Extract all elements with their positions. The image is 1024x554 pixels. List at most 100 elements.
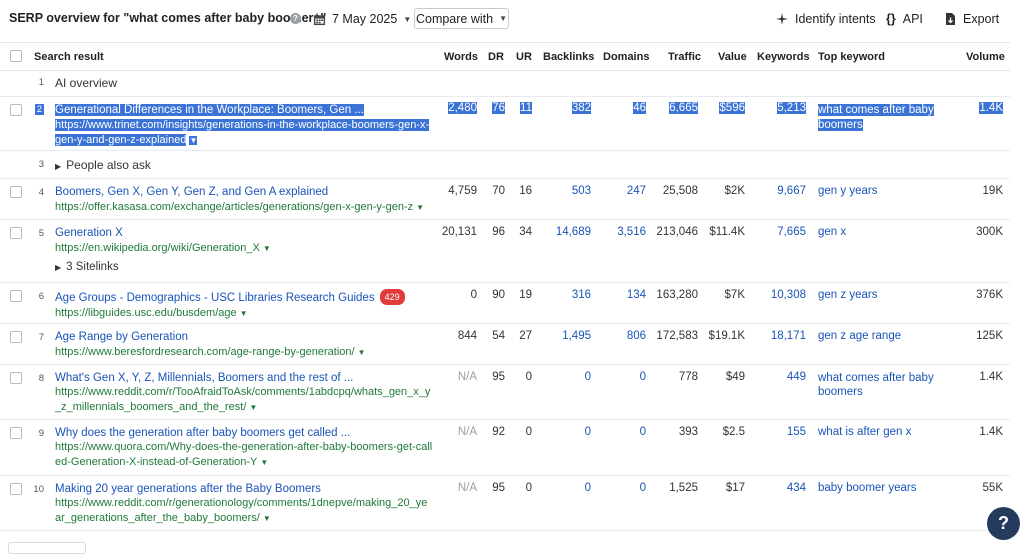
keywords-value[interactable]: 434 [787,482,806,494]
chevron-down-icon[interactable]: ▼ [189,136,198,145]
backlinks-value[interactable]: 14,689 [556,226,591,238]
result-url-link[interactable]: https://www.reddit.com/r/generationology… [55,496,427,510]
col-dr[interactable]: DR [488,51,504,63]
keywords-value[interactable]: 18,171 [771,330,806,342]
result-title-link[interactable]: Why does the generation after baby boome… [55,426,432,440]
compare-with-button[interactable]: Compare with ▼ [414,8,509,29]
identify-intents-button[interactable]: Identify intents [776,10,876,28]
chevron-down-icon[interactable]: ▼ [263,514,271,523]
result-url-link[interactable]: https://www.trinet.com/insights/generati… [55,119,430,131]
backlinks-value[interactable]: 0 [585,482,591,494]
result-url-link[interactable]: https://en.wikipedia.org/wiki/Generation… [55,242,260,254]
top-keyword-link-cont[interactable]: boomers [818,385,934,399]
result-title-link[interactable]: Age Range by Generation [55,330,366,344]
result-title-link[interactable]: Generational Differences in the Workplac… [55,104,364,116]
top-keyword-link[interactable]: what comes after baby [818,371,934,385]
table-row[interactable]: 10 Making 20 year generations after the … [0,476,1010,531]
keywords-value[interactable]: 5,213 [777,102,806,114]
backlinks-value[interactable]: 0 [585,426,591,438]
api-button[interactable]: {} API [886,10,923,28]
table-row[interactable]: 2 Generational Differences in the Workpl… [0,97,1010,151]
domains-value[interactable]: 3,516 [617,226,646,238]
result-title-link[interactable]: Boomers, Gen X, Gen Y, Gen Z, and Gen A … [55,185,424,199]
chevron-down-icon[interactable]: ▼ [416,203,424,212]
col-domains[interactable]: Domains [603,51,649,63]
top-keyword-link[interactable]: what is after gen x [818,426,911,438]
row-checkbox[interactable] [10,331,22,343]
col-search-result[interactable]: Search result [34,51,104,63]
col-value[interactable]: Value [718,51,747,63]
table-row[interactable]: 4 Boomers, Gen X, Gen Y, Gen Z, and Gen … [0,179,1010,220]
result-url-link-cont[interactable]: _z_millennials_boomers_and_the_rest/ [55,401,246,413]
row-checkbox[interactable] [10,290,22,302]
result-url-link[interactable]: https://www.quora.com/Why-does-the-gener… [55,440,432,454]
domains-value[interactable]: 134 [627,289,646,301]
chevron-down-icon[interactable]: ▼ [260,458,268,467]
keywords-value[interactable]: 449 [787,371,806,383]
result-title-link[interactable]: Age Groups - Demographics - USC Librarie… [55,292,375,304]
top-keyword-link[interactable]: gen z years [818,289,877,301]
backlinks-value[interactable]: 0 [585,371,591,383]
result-url-link[interactable]: https://libguides.usc.edu/busdem/age [55,307,237,319]
backlinks-value[interactable]: 503 [572,185,591,197]
chevron-down-icon[interactable]: ▼ [358,348,366,357]
result-title-link[interactable]: What's Gen X, Y, Z, Millennials, Boomers… [55,371,430,385]
table-row[interactable]: 7 Age Range by Generation https://www.be… [0,324,1010,365]
domains-value[interactable]: 0 [640,371,646,383]
domains-value[interactable]: 0 [640,426,646,438]
domains-value[interactable]: 46 [633,102,646,114]
col-words[interactable]: Words [444,51,478,63]
top-keyword-link[interactable]: baby boomer years [818,482,916,494]
col-ur[interactable]: UR [516,51,532,63]
people-also-ask-row[interactable]: 3 ▶ People also ask [0,151,1010,179]
result-url-link[interactable]: https://www.reddit.com/r/TooAfraidToAsk/… [55,385,430,399]
result-title-link[interactable]: Making 20 year generations after the Bab… [55,482,427,496]
keywords-value[interactable]: 10,308 [771,289,806,301]
result-url-link-cont[interactable]: gen-y-and-gen-z-explained [55,134,187,146]
top-keyword-link[interactable]: gen x [818,226,846,238]
table-row[interactable]: 9 Why does the generation after baby boo… [0,420,1010,476]
people-also-ask-toggle[interactable]: ▶ People also ask [55,158,151,172]
help-icon[interactable]: ? [290,13,301,24]
col-traffic[interactable]: Traffic [668,51,701,63]
table-row[interactable]: 5 Generation X https://en.wikipedia.org/… [0,220,1010,283]
row-checkbox[interactable] [10,483,22,495]
top-keyword-cell[interactable]: what comes after baby boomers [818,371,934,399]
result-url-link[interactable]: https://offer.kasasa.com/exchange/articl… [55,201,413,213]
col-volume[interactable]: Volume [966,51,1005,63]
chevron-down-icon[interactable]: ▼ [240,309,248,318]
domains-value[interactable]: 247 [627,185,646,197]
row-checkbox[interactable] [10,186,22,198]
help-chat-button[interactable]: ? [987,507,1020,540]
table-row[interactable]: 8 What's Gen X, Y, Z, Millennials, Boome… [0,365,1010,420]
result-title-link[interactable]: Generation X [55,226,271,240]
row-checkbox[interactable] [10,372,22,384]
table-row[interactable]: 6 Age Groups - Demographics - USC Librar… [0,283,1010,324]
top-keyword-link[interactable]: gen y years [818,185,877,197]
row-checkbox[interactable] [10,104,22,116]
backlinks-value[interactable]: 316 [572,289,591,301]
backlinks-value[interactable]: 382 [571,102,591,114]
keywords-value[interactable]: 7,665 [777,226,806,238]
row-checkbox[interactable] [10,427,22,439]
row-checkbox[interactable] [10,227,22,239]
col-backlinks[interactable]: Backlinks [543,51,594,63]
top-keyword-link-cont[interactable]: boomers [818,119,863,131]
col-top-keyword[interactable]: Top keyword [818,51,885,63]
result-url-link[interactable]: https://www.beresfordresearch.com/age-ra… [55,346,355,358]
domains-value[interactable]: 806 [627,330,646,342]
result-url-link-cont[interactable]: ed-Generation-X-instead-of-Generation-Y [55,456,257,468]
top-keyword-link[interactable]: gen z age range [818,330,901,342]
select-all-checkbox[interactable] [10,50,22,62]
export-button[interactable]: Export [945,10,999,28]
ai-overview-row[interactable]: 1 AI overview [0,70,1010,97]
top-keyword-cell[interactable]: what comes after baby boomers [818,102,934,132]
chevron-down-icon[interactable]: ▼ [263,244,271,253]
domains-value[interactable]: 0 [640,482,646,494]
keywords-value[interactable]: 9,667 [777,185,806,197]
col-keywords[interactable]: Keywords [757,51,810,63]
chevron-down-icon[interactable]: ▼ [249,403,257,412]
top-keyword-link[interactable]: what comes after baby [818,104,934,116]
result-url-link-cont[interactable]: ar_generations_after_the_baby_boomers/ [55,512,260,524]
backlinks-value[interactable]: 1,495 [562,330,591,342]
